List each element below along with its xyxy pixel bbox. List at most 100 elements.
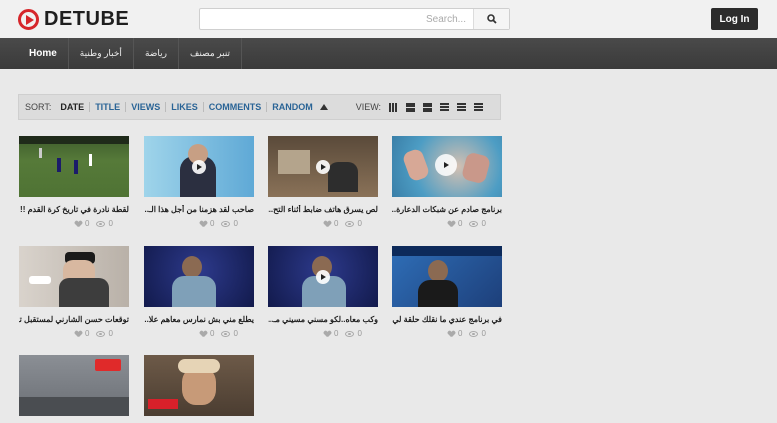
sort-title[interactable]: TITLE (90, 102, 127, 112)
heart-icon (448, 221, 455, 227)
video-thumbnail[interactable] (268, 136, 378, 197)
video-card[interactable]: في برنامج عندي ما نقلك حلقة لي... 0 0 (392, 246, 502, 338)
video-card[interactable] (144, 355, 254, 423)
search-icon (486, 14, 497, 24)
video-thumbnail[interactable] (144, 355, 254, 416)
video-card[interactable]: لص يسرق هاتف ضابط أثناء التح... 0 0 (268, 136, 378, 228)
video-stats: 0 0 (144, 329, 254, 338)
like-count: 0 (85, 329, 90, 338)
main-nav: Home أخبار وطنية رياضة تنبر مصنف (0, 38, 777, 69)
like-count: 0 (458, 219, 463, 228)
video-title[interactable]: يطلع مني بش نمارس معاهم علا... (144, 315, 254, 325)
grid-small-view-icon[interactable] (389, 102, 399, 112)
search-input[interactable] (200, 9, 472, 29)
list-small-view-icon[interactable] (474, 102, 484, 112)
video-card[interactable]: يطلع مني بش نمارس معاهم علا... 0 0 (144, 246, 254, 338)
like-count: 0 (210, 219, 215, 228)
sort-order-arrow-icon[interactable] (319, 104, 328, 110)
search-box (199, 8, 510, 30)
eye-icon (469, 330, 479, 337)
sort-views[interactable]: VIEWS (126, 102, 167, 112)
sort-date[interactable]: DATE (55, 102, 91, 112)
list-large-view-icon[interactable] (457, 102, 467, 112)
nav-home[interactable]: Home (18, 38, 69, 69)
video-stats: 0 0 (268, 219, 378, 228)
play-icon (435, 154, 457, 176)
video-title[interactable]: لقطة نادرة في تاريخ كرة القدم !! ... (19, 205, 129, 215)
video-stats: 0 0 (19, 329, 129, 338)
video-title[interactable]: في برنامج عندي ما نقلك حلقة لي... (392, 315, 502, 325)
sort-comments[interactable]: COMMENTS (204, 102, 268, 112)
like-count: 0 (210, 329, 215, 338)
sort-label: SORT: (25, 102, 52, 112)
heart-icon (75, 331, 82, 337)
grid-large-view-icon[interactable] (423, 102, 433, 112)
heart-icon (448, 331, 455, 337)
play-icon (316, 160, 330, 174)
view-count: 0 (357, 219, 362, 228)
video-stats: 0 0 (19, 219, 129, 228)
view-count: 0 (357, 329, 362, 338)
like-count: 0 (334, 219, 339, 228)
video-title[interactable]: برنامج صادم عن شبكات الدعارة... (392, 205, 502, 215)
video-stats: 0 0 (144, 219, 254, 228)
video-thumbnail[interactable] (19, 136, 129, 197)
video-card[interactable]: توقعات حسن الشارني لمستقبل تو... 0 0 (19, 246, 129, 338)
nav-national-news[interactable]: أخبار وطنية (69, 38, 134, 69)
eye-icon (221, 220, 231, 227)
video-card[interactable]: لقطة نادرة في تاريخ كرة القدم !! ... 0 0 (19, 136, 129, 228)
heart-icon (324, 331, 331, 337)
view-count: 0 (233, 329, 238, 338)
video-title[interactable]: صاحب لقد هزمنا من أجل هذا الـ... (144, 205, 254, 215)
heart-icon (324, 221, 331, 227)
video-card[interactable]: برنامج صادم عن شبكات الدعارة... 0 0 (392, 136, 502, 228)
search-button[interactable] (473, 9, 509, 29)
heart-icon (200, 331, 207, 337)
nav-sports[interactable]: رياضة (134, 38, 179, 69)
eye-icon (221, 330, 231, 337)
eye-icon (469, 220, 479, 227)
video-card[interactable]: صاحب لقد هزمنا من أجل هذا الـ... 0 0 (144, 136, 254, 228)
video-thumbnail[interactable] (19, 246, 129, 307)
sort-bar: SORT: DATE TITLE VIEWS LIKES COMMENTS RA… (18, 94, 501, 120)
video-card[interactable] (19, 355, 129, 423)
like-count: 0 (85, 219, 90, 228)
heart-icon (75, 221, 82, 227)
like-count: 0 (458, 329, 463, 338)
video-thumbnail[interactable] (392, 136, 502, 197)
video-stats: 0 0 (268, 329, 378, 338)
view-count: 0 (108, 329, 113, 338)
site-logo[interactable]: DETUBE (18, 8, 129, 31)
list-view-icon[interactable] (440, 102, 450, 112)
view-count: 0 (481, 329, 486, 338)
view-label: VIEW: (355, 102, 382, 112)
video-thumbnail[interactable] (19, 355, 129, 416)
video-thumbnail[interactable] (392, 246, 502, 307)
eye-icon (345, 330, 355, 337)
video-title[interactable]: لص يسرق هاتف ضابط أثناء التح... (268, 205, 378, 215)
play-icon (192, 160, 206, 174)
sort-likes[interactable]: LIKES (166, 102, 204, 112)
nav-uncategorized[interactable]: تنبر مصنف (179, 38, 243, 69)
eye-icon (96, 220, 106, 227)
video-title[interactable]: وكب معاه..لكو مسني مسيني مـ... (268, 315, 378, 325)
video-thumbnail[interactable] (144, 246, 254, 307)
grid-medium-view-icon[interactable] (406, 102, 416, 112)
video-stats: 0 0 (392, 219, 502, 228)
video-thumbnail[interactable] (144, 136, 254, 197)
view-count: 0 (481, 219, 486, 228)
play-icon (316, 270, 330, 284)
video-title[interactable]: توقعات حسن الشارني لمستقبل تو... (19, 315, 129, 325)
video-card[interactable]: وكب معاه..لكو مسني مسيني مـ... 0 0 (268, 246, 378, 338)
view-count: 0 (233, 219, 238, 228)
site-header: DETUBE Log In (0, 0, 777, 38)
sort-random[interactable]: RANDOM (267, 102, 318, 112)
video-stats: 0 0 (392, 329, 502, 338)
play-logo-icon (18, 9, 39, 30)
login-button[interactable]: Log In (711, 8, 758, 30)
brand-name: DETUBE (44, 8, 130, 30)
video-thumbnail[interactable] (268, 246, 378, 307)
like-count: 0 (334, 329, 339, 338)
view-count: 0 (108, 219, 113, 228)
heart-icon (200, 221, 207, 227)
